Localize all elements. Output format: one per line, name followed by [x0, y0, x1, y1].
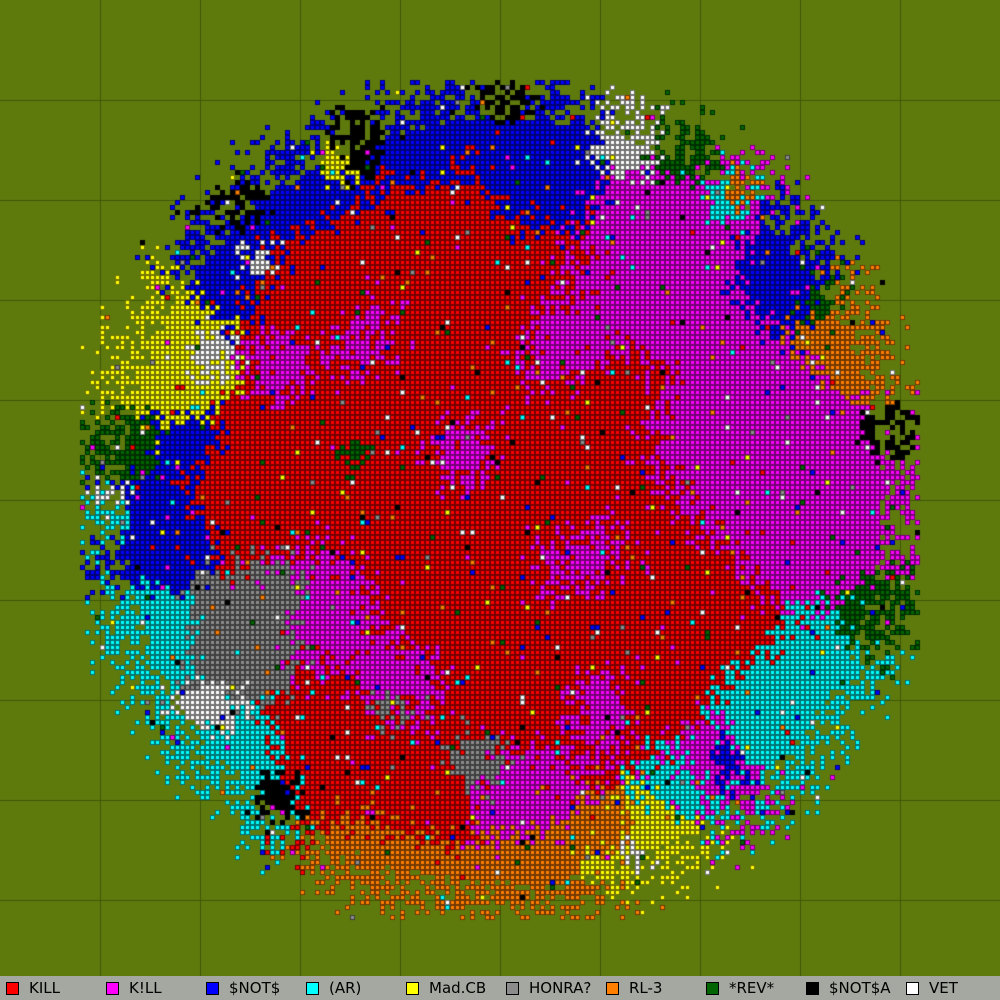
legend-label: KILL [29, 979, 60, 997]
legend-item-rev[interactable]: *REV* [700, 976, 800, 1000]
team-color-swatch [406, 981, 419, 995]
legend-label: VET [929, 979, 958, 997]
legend-label: $NOT$A [829, 979, 891, 997]
legend-label: (AR) [329, 979, 362, 997]
legend-item-honra[interactable]: HONRA? [500, 976, 600, 1000]
territory-map[interactable] [0, 0, 1000, 976]
legend-label: K!LL [129, 979, 162, 997]
legend-label: *REV* [729, 979, 775, 997]
legend-item-ar[interactable]: (AR) [300, 976, 400, 1000]
legend-item-vet[interactable]: VET [900, 976, 1000, 1000]
team-legend: KILL K!LL $NOT$ (AR) Mad.CB HONRA? RL-3 … [0, 976, 1000, 1000]
team-color-swatch [106, 981, 119, 995]
team-color-swatch [206, 981, 219, 995]
legend-label: HONRA? [529, 979, 592, 997]
team-color-swatch [6, 981, 19, 995]
legend-item-not-a[interactable]: $NOT$A [800, 976, 900, 1000]
team-color-swatch [706, 981, 719, 995]
legend-item-mad-cb[interactable]: Mad.CB [400, 976, 500, 1000]
team-color-swatch [806, 981, 819, 995]
legend-item-kill[interactable]: KILL [0, 976, 100, 1000]
legend-item-not[interactable]: $NOT$ [200, 976, 300, 1000]
team-color-swatch [306, 981, 319, 995]
team-color-swatch [906, 981, 919, 995]
legend-label: $NOT$ [229, 979, 281, 997]
legend-item-k-ll[interactable]: K!LL [100, 976, 200, 1000]
legend-label: RL-3 [629, 979, 663, 997]
team-color-swatch [506, 981, 519, 995]
legend-item-rl-3[interactable]: RL-3 [600, 976, 700, 1000]
team-color-swatch [606, 981, 619, 995]
legend-label: Mad.CB [429, 979, 487, 997]
